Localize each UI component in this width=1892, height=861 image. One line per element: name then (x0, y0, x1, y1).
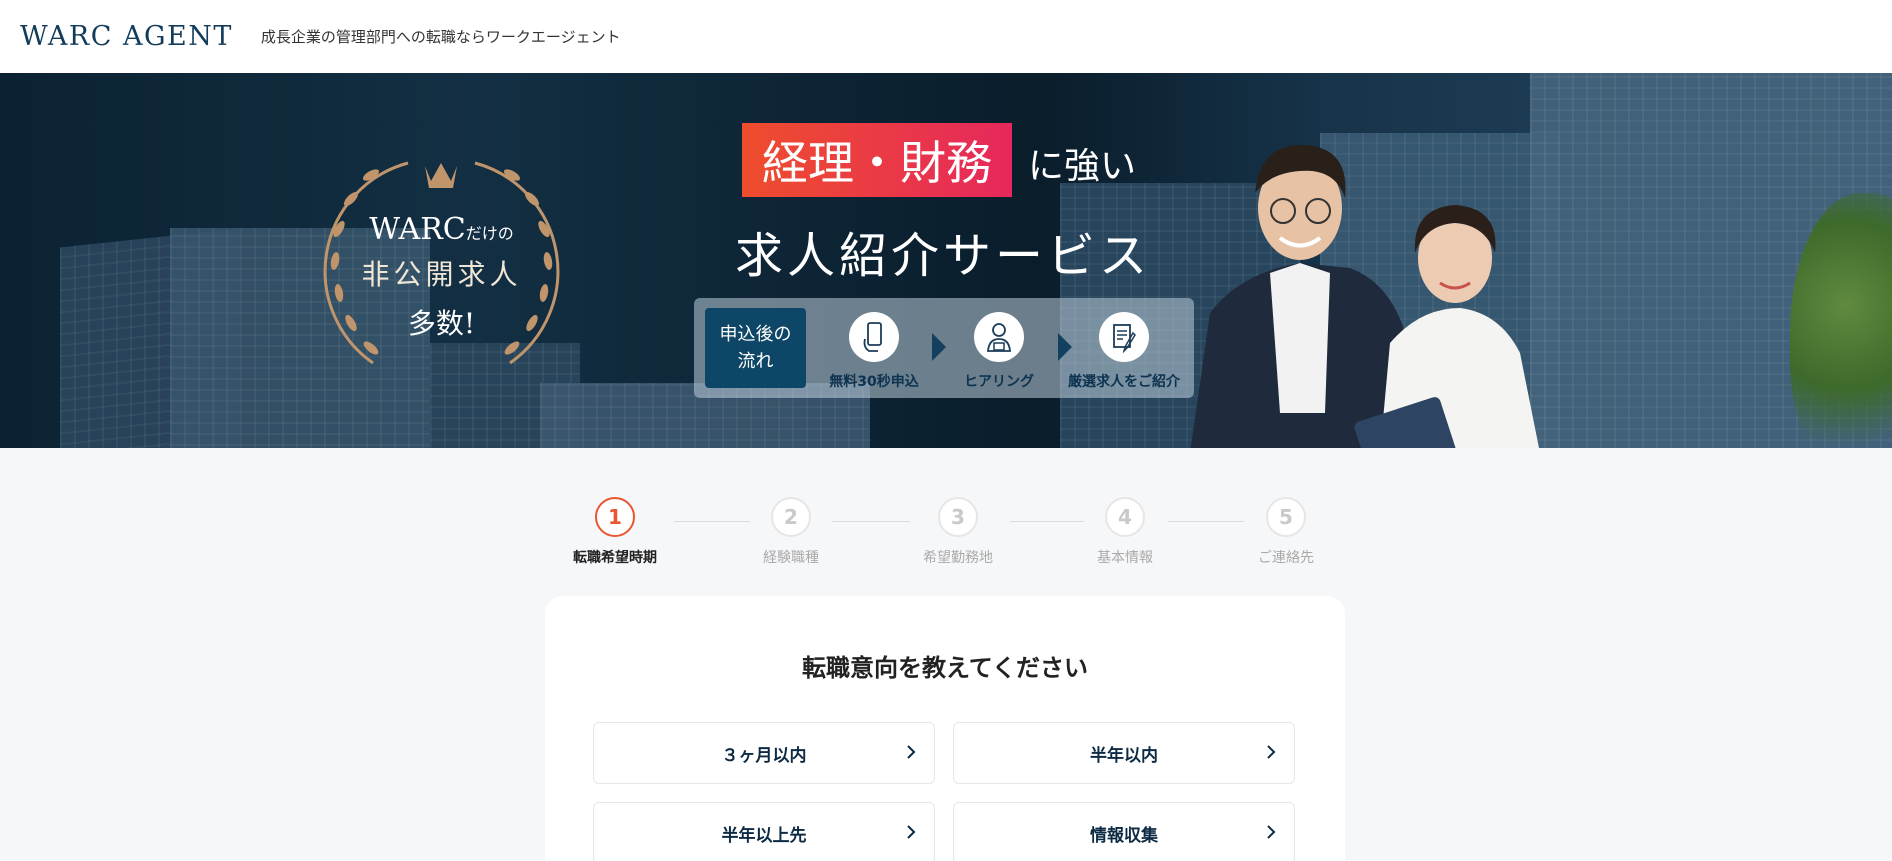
step-label: 基本情報 (1097, 550, 1153, 566)
option-label: 情報収集 (1090, 825, 1158, 846)
consultants-photo (1190, 144, 1539, 448)
question-title: 転職意向を教えてください (801, 654, 1089, 682)
step-number: 2 (771, 497, 811, 537)
step-label: ご連絡先 (1258, 550, 1314, 566)
smartphone-hand-icon (863, 322, 882, 352)
question-card: 転職意向を教えてください ３ヶ月以内 半年以内 半年以上先 情報収集 (545, 596, 1345, 861)
flow-step-introduce: 厳選求人をご紹介 (1064, 312, 1184, 391)
step-label: 転職希望時期 (573, 550, 657, 566)
chevron-right-icon (907, 825, 916, 839)
chevron-right-icon (1267, 825, 1276, 839)
option-info-gathering[interactable]: 情報収集 (953, 802, 1295, 861)
person-hearing-icon (987, 323, 1011, 352)
step-2: 2 経験職種 (731, 497, 851, 567)
flow-step-label: 厳選求人をご紹介 (1068, 374, 1180, 390)
option-within-half-year[interactable]: 半年以内 (953, 722, 1295, 784)
flow-step-label: ヒアリング (964, 374, 1034, 390)
form-progress-stepper: 1 転職希望時期 2 経験職種 3 希望勤務地 4 基本情報 5 ご連絡先 (0, 497, 1892, 577)
step-number: 5 (1266, 497, 1306, 537)
step-number: 3 (938, 497, 978, 537)
site-tagline: 成長企業の管理部門への転職ならワークエージェント (260, 28, 621, 46)
option-over-half-year[interactable]: 半年以上先 (593, 802, 935, 861)
step-4: 4 基本情報 (1065, 497, 1185, 567)
step-number: 4 (1105, 497, 1145, 537)
site-header: WARC AGENT 成長企業の管理部門への転職ならワークエージェント (0, 0, 1892, 73)
step-5: 5 ご連絡先 (1226, 497, 1346, 567)
step-1: 1 転職希望時期 (555, 497, 675, 567)
flow-step-label: 無料30秒申込 (829, 374, 919, 390)
chevron-right-icon (907, 745, 916, 759)
chevron-right-icon (1267, 745, 1276, 759)
step-3: 3 希望勤務地 (898, 497, 1018, 567)
badge-line-1: WARCだけの (369, 212, 514, 247)
badge-line-2: 非公開求人 (361, 258, 522, 291)
headline-highlight: 経理・財務 (742, 123, 1012, 197)
flow-step-apply: 無料30秒申込 (814, 312, 934, 391)
option-label: 半年以内 (1090, 745, 1158, 766)
step-label: 希望勤務地 (923, 550, 993, 566)
option-label: 半年以上先 (721, 825, 807, 846)
headline-suffix: に強い (1028, 146, 1137, 187)
option-label: ３ヶ月以内 (721, 745, 807, 766)
step-label: 経験職種 (763, 550, 819, 566)
option-within-3-months[interactable]: ３ヶ月以内 (593, 722, 935, 784)
headline-subtitle: 求人紹介サービス (735, 228, 1152, 284)
site-logo[interactable]: WARC AGENT (20, 21, 233, 52)
flow-step-hearing: ヒアリング (939, 312, 1059, 391)
flow-title: 申込後の 流れ (705, 308, 806, 388)
document-pen-icon (1113, 324, 1136, 353)
badge-line-3: 多数! (407, 307, 476, 340)
step-number: 1 (595, 497, 635, 537)
application-flow-panel: 申込後の 流れ 無料30秒申込 ヒアリング 厳選求人をご紹介 (694, 298, 1194, 398)
